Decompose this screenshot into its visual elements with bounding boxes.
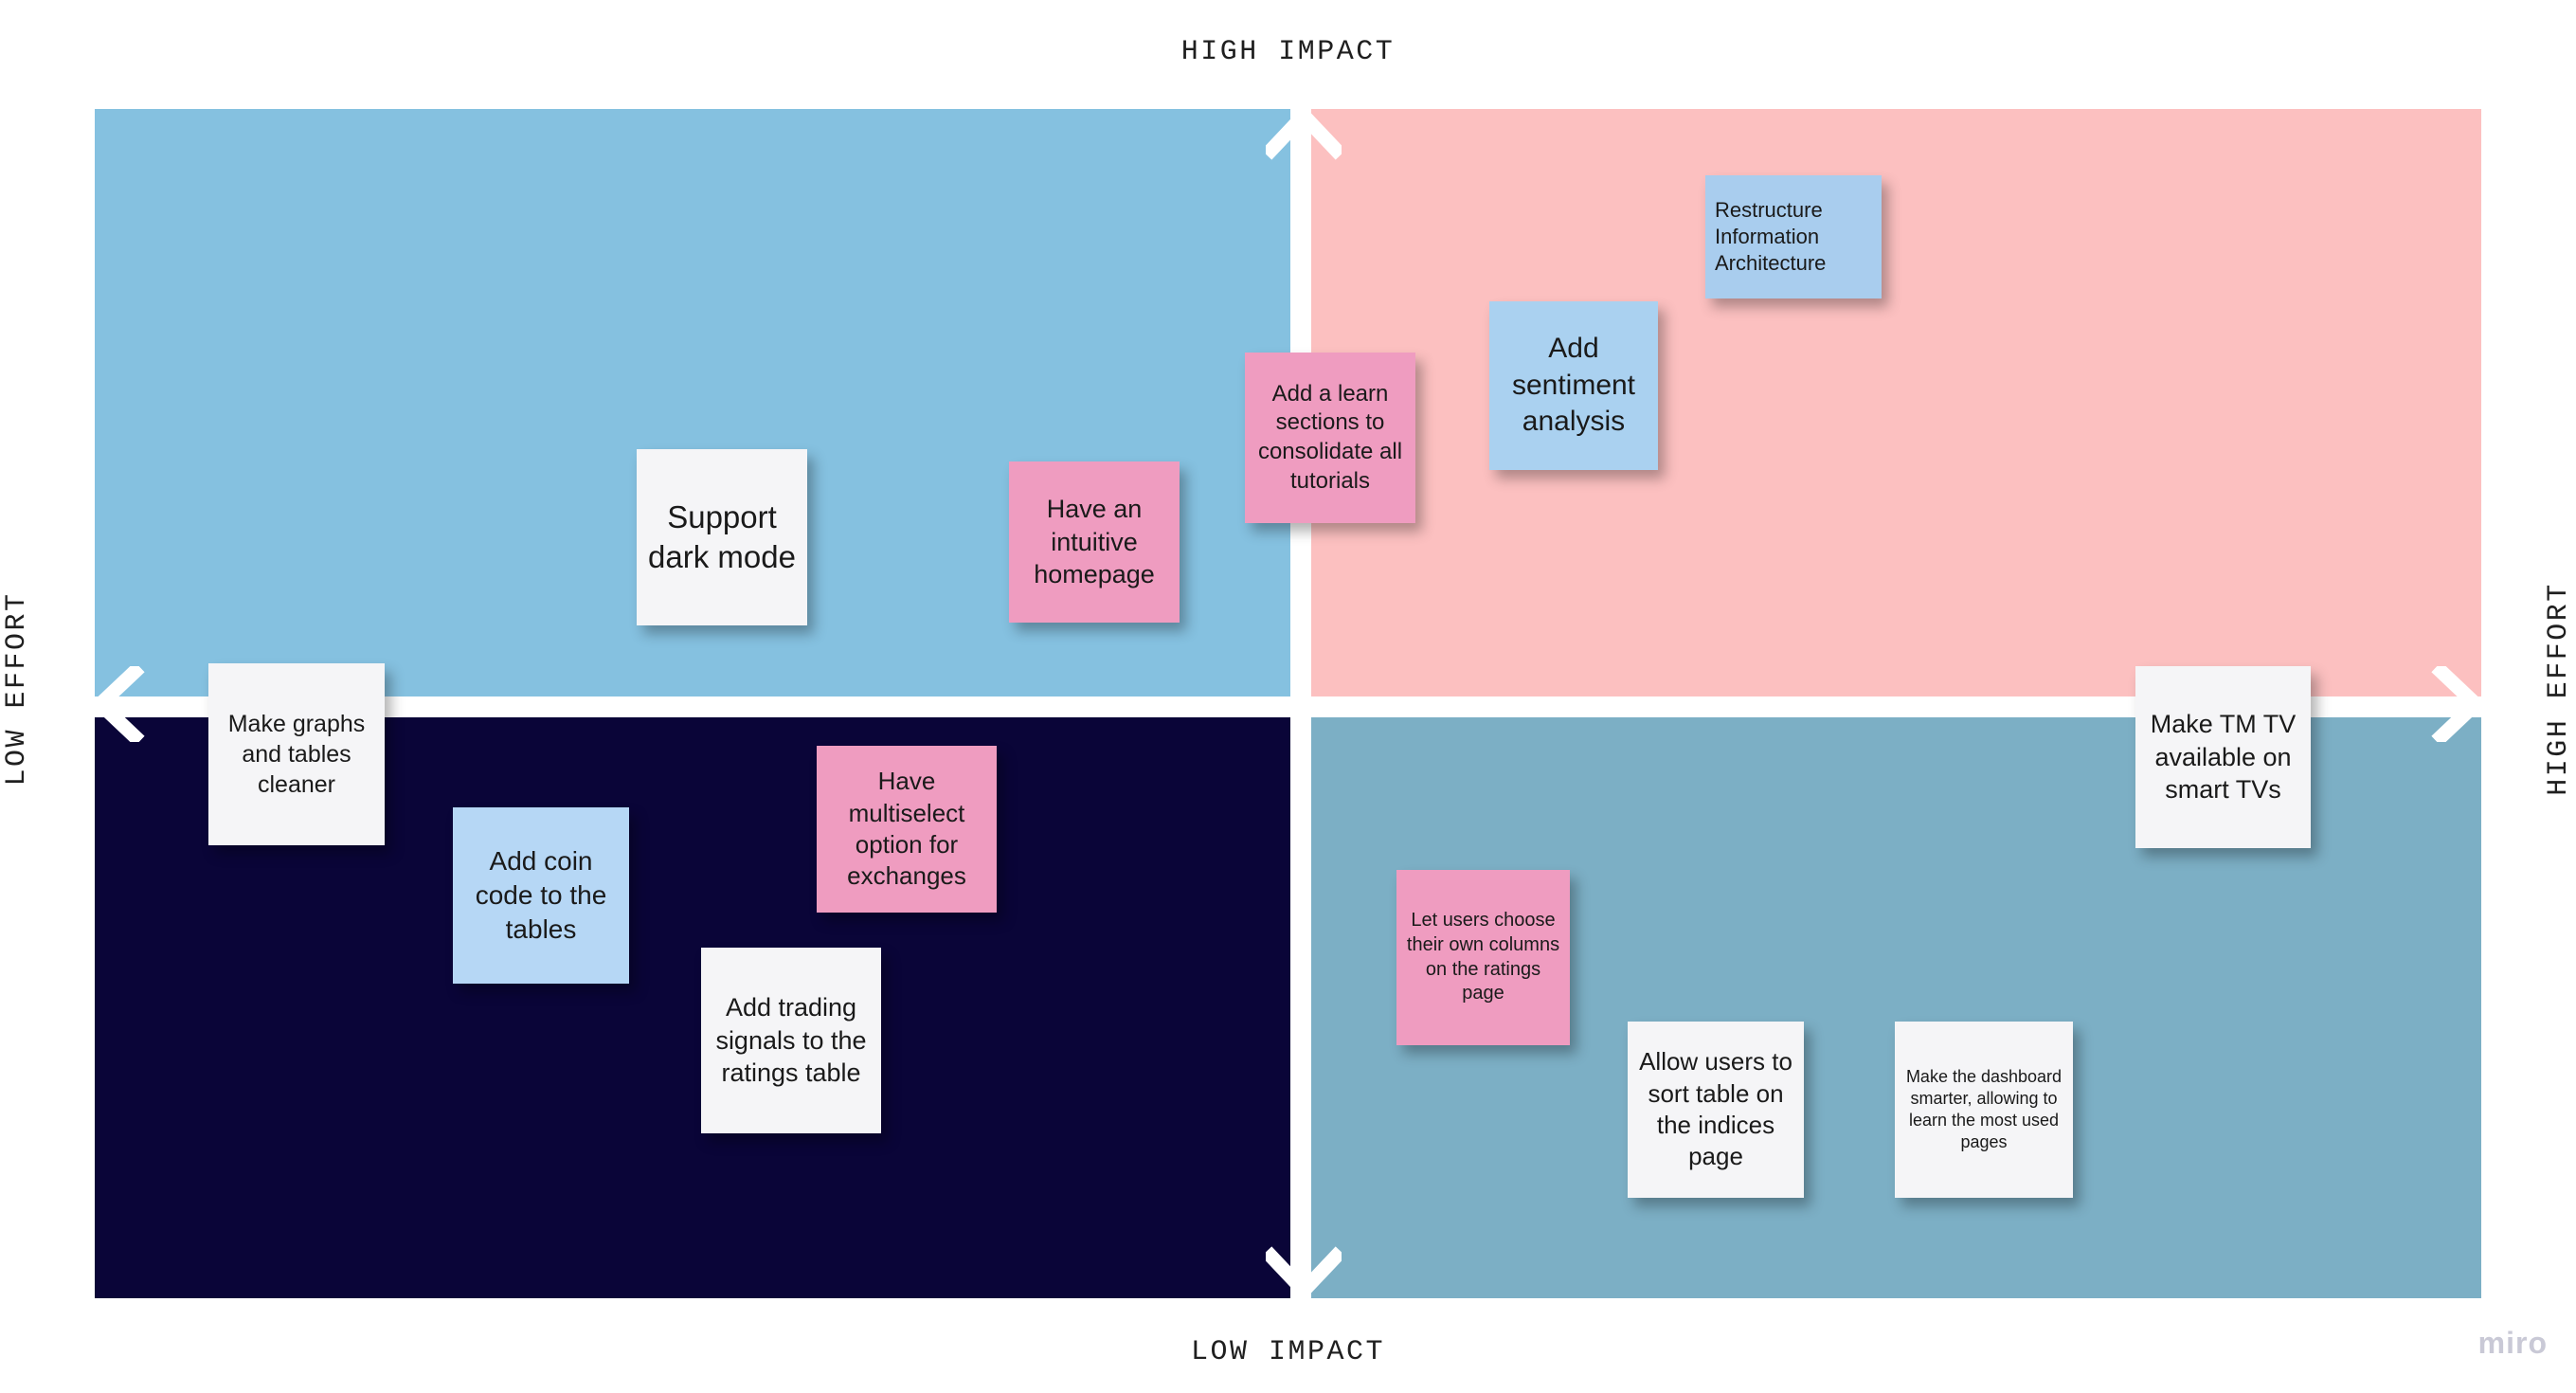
sticky-note-text: Make graphs and tables cleaner bbox=[227, 711, 366, 798]
sticky-note-have-an-intuitive-homepage[interactable]: Have an intuitive homepage bbox=[1009, 461, 1180, 623]
sticky-note-support-dark-mode[interactable]: Support dark mode bbox=[637, 449, 807, 625]
sticky-note-text: Add trading signals to the ratings table bbox=[715, 993, 867, 1088]
sticky-note-text: Support dark mode bbox=[648, 498, 796, 574]
axis-label-low-impact: LOW IMPACT bbox=[1190, 1336, 1386, 1368]
sticky-note-add-trading-signals-to-the-ratings-table[interactable]: Add trading signals to the ratings table bbox=[701, 948, 881, 1133]
arrow-up-icon bbox=[1266, 106, 1342, 167]
axis-label-high-impact: HIGH IMPACT bbox=[1180, 36, 1396, 68]
quadrant-high-effort-high-impact[interactable] bbox=[1304, 109, 2481, 704]
sticky-note-make-graphs-and-tables-cleaner[interactable]: Make graphs and tables cleaner bbox=[208, 663, 385, 845]
axis-label-high-effort: HIGH EFFORT bbox=[2543, 582, 2575, 796]
sticky-note-text: Restructure Information Architecture bbox=[1715, 197, 1827, 276]
arrow-down-icon bbox=[1266, 1239, 1342, 1300]
sticky-note-text: Make TM TV available on smart TVs bbox=[2150, 710, 2297, 805]
arrow-left-icon bbox=[91, 666, 152, 742]
miro-watermark: miro bbox=[2477, 1326, 2548, 1360]
sticky-note-text: Let users choose their own columns on th… bbox=[1406, 910, 1560, 1004]
sticky-note-make-tm-tv-available-on-smart-tvs[interactable]: Make TM TV available on smart TVs bbox=[2135, 666, 2311, 848]
sticky-note-add-sentiment-analysis[interactable]: Add sentiment analysis bbox=[1489, 301, 1658, 470]
sticky-note-text: Have multiselect option for exchanges bbox=[847, 767, 966, 891]
sticky-note-text: Add a learn sections to consolidate all … bbox=[1257, 380, 1403, 494]
arrow-right-icon bbox=[2424, 666, 2485, 742]
sticky-note-let-users-choose-their-own-columns-on-the-ratings-page[interactable]: Let users choose their own columns on th… bbox=[1396, 870, 1570, 1045]
horizontal-axis-line bbox=[95, 696, 2481, 712]
sticky-note-add-coin-code-to-the-tables[interactable]: Add coin code to the tables bbox=[453, 807, 629, 984]
impact-effort-matrix-board: HIGH IMPACT LOW IMPACT LOW EFFORT HIGH E… bbox=[0, 0, 2576, 1393]
sticky-note-text: Make the dashboard smarter, allowing to … bbox=[1905, 1066, 2063, 1152]
sticky-note-restructure-information-architecture[interactable]: Restructure Information Architecture bbox=[1705, 175, 1882, 298]
sticky-note-make-the-dashboard-smarter-allowing-to-learn-the-most-used-pages[interactable]: Make the dashboard smarter, allowing to … bbox=[1895, 1022, 2073, 1198]
vertical-axis-line bbox=[1296, 109, 1311, 1298]
sticky-note-add-a-learn-sections-to-consolidate-all-tutorials[interactable]: Add a learn sections to consolidate all … bbox=[1245, 353, 1415, 523]
sticky-note-text: Add sentiment analysis bbox=[1511, 333, 1636, 438]
axis-label-low-effort: LOW EFFORT bbox=[1, 591, 33, 787]
sticky-note-text: Allow users to sort table on the indices… bbox=[1639, 1047, 1792, 1171]
sticky-note-have-multiselect-option-for-exchanges[interactable]: Have multiselect option for exchanges bbox=[817, 746, 997, 913]
sticky-note-text: Have an intuitive homepage bbox=[1034, 495, 1155, 589]
sticky-note-allow-users-to-sort-table-on-the-indices-page[interactable]: Allow users to sort table on the indices… bbox=[1628, 1022, 1804, 1198]
sticky-note-text: Add coin code to the tables bbox=[475, 846, 607, 944]
